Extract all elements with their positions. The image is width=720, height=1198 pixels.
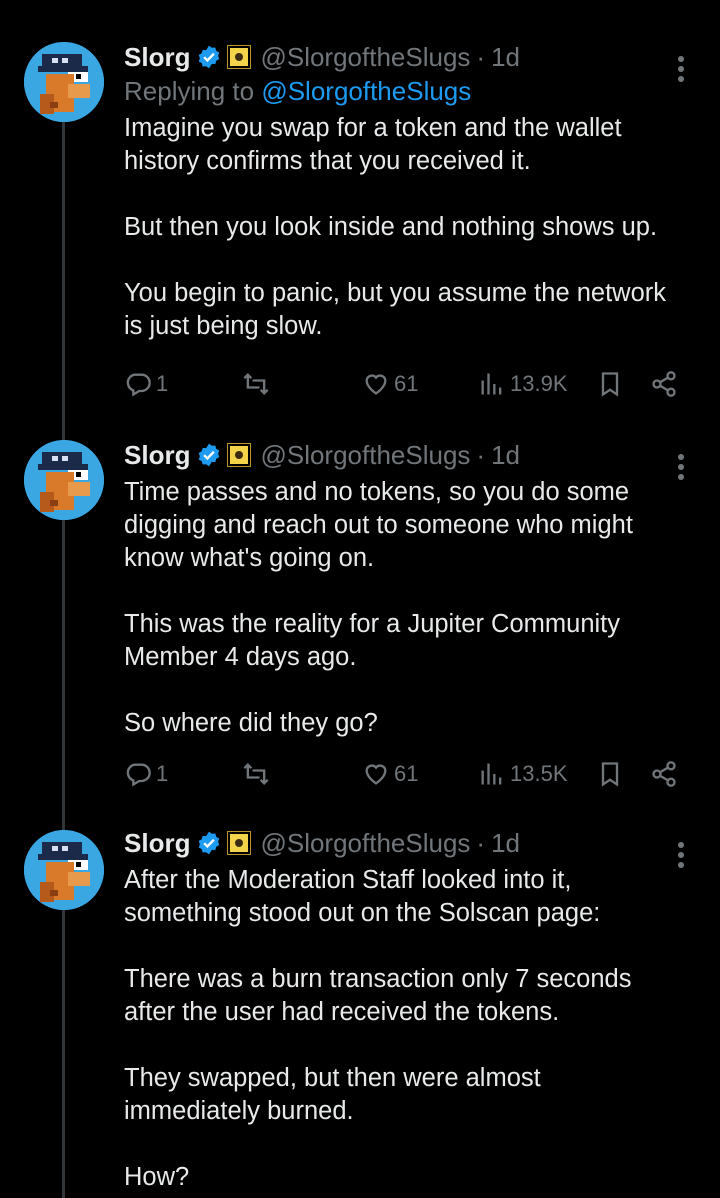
timestamp[interactable]: 1d	[491, 440, 520, 471]
views-button[interactable]: 13.5K	[478, 756, 568, 792]
like-count: 61	[394, 761, 419, 786]
bookmark-icon	[601, 372, 619, 397]
replying-to: Replying to @SlorgoftheSlugs	[124, 74, 680, 108]
affiliate-badge-icon[interactable]	[227, 45, 252, 69]
separator: ·	[476, 439, 486, 470]
action-bar: 1 61 13.9K	[124, 366, 684, 402]
share-button[interactable]	[650, 756, 678, 792]
reply-icon	[126, 763, 151, 787]
tweet-text: Time passes and no tokens, so you do som…	[124, 478, 633, 737]
tweet[interactable]: Slorg @SlorgoftheSlugs · 1d After the Mo…	[0, 826, 720, 1198]
more-icon[interactable]	[678, 56, 686, 86]
heart-icon	[365, 374, 387, 395]
retweet-icon	[243, 373, 269, 395]
separator: ·	[476, 827, 486, 858]
heart-icon	[365, 764, 387, 785]
affiliate-badge-icon[interactable]	[227, 443, 252, 467]
like-count: 61	[394, 371, 419, 396]
share-icon	[652, 761, 676, 787]
verified-badge-icon	[199, 45, 220, 69]
tweet[interactable]: Slorg @SlorgoftheSlugs · 1d Replying to …	[0, 40, 720, 440]
replying-to-link[interactable]: @SlorgoftheSlugs	[261, 76, 471, 106]
reply-button[interactable]: 1	[124, 756, 168, 792]
affiliate-badge-icon[interactable]	[227, 831, 252, 855]
reply-count: 1	[156, 761, 169, 786]
handle[interactable]: @SlorgoftheSlugs	[260, 42, 470, 73]
tweet-header: Slorg @SlorgoftheSlugs · 1d	[124, 438, 680, 472]
views-button[interactable]: 13.9K	[478, 366, 568, 402]
tweet-header: Slorg @SlorgoftheSlugs · 1d	[124, 826, 680, 860]
display-name[interactable]: Slorg	[124, 440, 190, 471]
tweet[interactable]: Slorg @SlorgoftheSlugs · 1d Time passes …	[0, 438, 720, 828]
bookmark-button[interactable]	[596, 756, 624, 792]
views-icon	[481, 373, 502, 395]
views-count: 13.9K	[510, 371, 568, 396]
handle[interactable]: @SlorgoftheSlugs	[260, 440, 470, 471]
tweet-header: Slorg @SlorgoftheSlugs · 1d	[124, 40, 680, 74]
share-button[interactable]	[650, 366, 678, 402]
bookmark-button[interactable]	[596, 366, 624, 402]
action-bar: 1 61 13.5K	[124, 756, 684, 792]
share-icon	[652, 371, 676, 397]
reply-button[interactable]: 1	[124, 366, 168, 402]
avatar[interactable]	[24, 440, 104, 520]
more-icon[interactable]	[678, 842, 686, 872]
timestamp[interactable]: 1d	[491, 828, 520, 859]
separator: ·	[476, 41, 486, 72]
timestamp[interactable]: 1d	[491, 42, 520, 73]
bookmark-icon	[601, 762, 619, 787]
retweet-button[interactable]	[242, 756, 274, 792]
avatar[interactable]	[24, 830, 104, 910]
retweet-button[interactable]	[242, 366, 274, 402]
reply-count: 1	[156, 371, 169, 396]
display-name[interactable]: Slorg	[124, 42, 190, 73]
like-button[interactable]: 61	[362, 756, 418, 792]
views-icon	[481, 763, 502, 785]
tweet-text: After the Moderation Staff looked into i…	[124, 866, 632, 1191]
reply-icon	[126, 373, 151, 397]
like-button[interactable]: 61	[362, 366, 418, 402]
verified-badge-icon	[199, 831, 220, 855]
views-count: 13.5K	[510, 761, 568, 786]
tweet-text: Imagine you swap for a token and the wal…	[124, 114, 666, 340]
avatar[interactable]	[24, 42, 104, 122]
handle[interactable]: @SlorgoftheSlugs	[260, 828, 470, 859]
retweet-icon	[243, 763, 269, 785]
display-name[interactable]: Slorg	[124, 828, 190, 859]
more-icon[interactable]	[678, 454, 686, 484]
verified-badge-icon	[199, 443, 220, 467]
replying-to-label: Replying to	[124, 76, 262, 106]
